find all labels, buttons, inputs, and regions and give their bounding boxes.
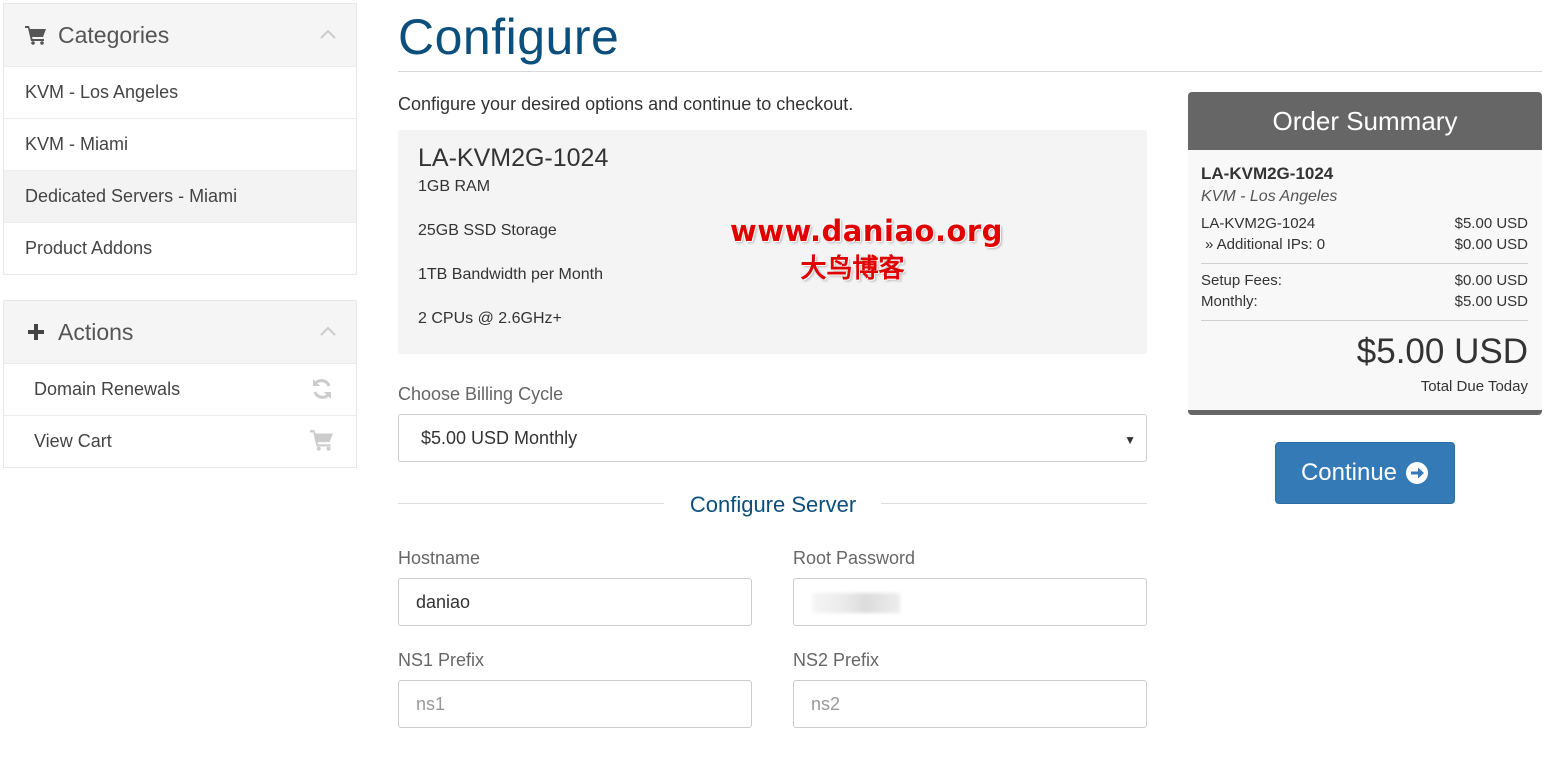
- summary-line: LA-KVM2G-1024 $5.00 USD: [1201, 215, 1528, 232]
- ns1-prefix-label: NS1 Prefix: [398, 650, 485, 670]
- categories-header[interactable]: Categories: [4, 4, 356, 66]
- section-divider-left: [398, 503, 664, 504]
- summary-line-label: LA-KVM2G-1024: [1201, 215, 1316, 232]
- hostname-value: daniao: [416, 591, 471, 612]
- continue-button[interactable]: Continue: [1275, 442, 1455, 504]
- sidebar-item-view-cart[interactable]: View Cart: [4, 415, 356, 467]
- summary-line: » Additional IPs: 0 $0.00 USD: [1201, 236, 1528, 253]
- page-title: Configure: [398, 9, 620, 65]
- ns2-prefix-label: NS2 Prefix: [793, 650, 880, 670]
- watermark-url: www.daniao.org: [730, 214, 1003, 248]
- order-summary-title: Order Summary: [1188, 92, 1542, 150]
- sidebar-item-kvm-miami[interactable]: KVM - Miami: [4, 118, 356, 170]
- categories-panel: Categories KVM - Los Angeles KVM - Miami…: [3, 3, 357, 275]
- refresh-icon: [310, 377, 334, 401]
- summary-fee-value: $0.00 USD: [1454, 272, 1528, 289]
- sidebar-item-product-addons[interactable]: Product Addons: [4, 222, 356, 274]
- summary-fee-label: Setup Fees:: [1201, 272, 1282, 289]
- configure-server-heading: Configure Server: [689, 492, 857, 517]
- sidebar-item-label: KVM - Los Angeles: [25, 82, 179, 102]
- summary-divider: [1201, 263, 1528, 264]
- chevron-up-icon[interactable]: [320, 323, 336, 336]
- ns2-prefix-input[interactable]: ns2: [793, 680, 1147, 728]
- actions-panel: Actions Domain Renewals View Cart: [3, 300, 357, 468]
- billing-cycle-select[interactable]: $5.00 USD Monthly ▼: [398, 414, 1147, 462]
- sidebar-item-dedicated-servers-miami[interactable]: Dedicated Servers - Miami: [4, 170, 356, 222]
- sidebar-item-label: Product Addons: [25, 238, 153, 258]
- caret-down-icon: ▼: [1124, 433, 1136, 447]
- summary-total-label: Total Due Today: [1420, 378, 1528, 395]
- root-password-input[interactable]: [793, 578, 1147, 626]
- billing-cycle-label: Choose Billing Cycle: [398, 384, 564, 404]
- summary-category: KVM - Los Angeles: [1201, 188, 1338, 205]
- sidebar-item-label: View Cart: [34, 431, 112, 451]
- watermark: www.daniao.org 大鸟博客: [730, 214, 1003, 285]
- hostname-input[interactable]: daniao: [398, 578, 752, 626]
- title-divider: [398, 71, 1542, 72]
- product-feature: 1GB RAM: [418, 178, 491, 195]
- ns1-prefix-input[interactable]: ns1: [398, 680, 752, 728]
- summary-divider: [1201, 320, 1528, 321]
- summary-total: $5.00 USD: [1356, 332, 1528, 371]
- sidebar-item-label: Domain Renewals: [34, 379, 181, 399]
- intro-text: Configure your desired options and conti…: [398, 94, 854, 114]
- root-password-label: Root Password: [793, 548, 916, 568]
- sidebar-item-label: Dedicated Servers - Miami: [25, 186, 238, 206]
- summary-line-label: » Additional IPs: 0: [1205, 236, 1326, 253]
- product-feature: 1TB Bandwidth per Month: [418, 266, 603, 283]
- billing-cycle-value: $5.00 USD Monthly: [421, 427, 578, 448]
- product-feature: 2 CPUs @ 2.6GHz+: [418, 310, 562, 327]
- actions-title: Actions: [58, 318, 134, 345]
- watermark-text: 大鸟博客: [800, 254, 905, 284]
- ns1-placeholder: ns1: [416, 693, 446, 714]
- actions-header[interactable]: Actions: [4, 301, 356, 363]
- sidebar-item-kvm-los-angeles[interactable]: KVM - Los Angeles: [4, 66, 356, 118]
- continue-label: Continue: [1300, 459, 1398, 486]
- arrow-circle-right-icon: [1405, 461, 1429, 485]
- hostname-label: Hostname: [398, 548, 481, 568]
- cart-icon: [24, 23, 48, 47]
- product-feature: 25GB SSD Storage: [418, 222, 557, 239]
- categories-title: Categories: [58, 21, 170, 48]
- summary-fee-label: Monthly:: [1201, 293, 1258, 310]
- ns2-placeholder: ns2: [811, 693, 841, 714]
- sidebar-item-domain-renewals[interactable]: Domain Renewals: [4, 363, 356, 415]
- summary-fee: Setup Fees: $0.00 USD: [1201, 272, 1528, 289]
- chevron-up-icon[interactable]: [320, 26, 336, 39]
- redacted-password: [812, 593, 900, 613]
- summary-product-name: LA-KVM2G-1024: [1201, 164, 1334, 183]
- summary-line-value: $0.00 USD: [1454, 236, 1528, 253]
- sidebar-item-label: KVM - Miami: [25, 134, 128, 154]
- cart-icon: [310, 429, 334, 453]
- plus-icon: [24, 320, 48, 344]
- summary-fee-value: $5.00 USD: [1454, 293, 1528, 310]
- order-summary: Order Summary LA-KVM2G-1024 KVM - Los An…: [1188, 92, 1542, 415]
- summary-line-value: $5.00 USD: [1454, 215, 1528, 232]
- section-divider-right: [881, 503, 1147, 504]
- product-name: LA-KVM2G-1024: [418, 144, 609, 172]
- summary-fee: Monthly: $5.00 USD: [1201, 293, 1528, 310]
